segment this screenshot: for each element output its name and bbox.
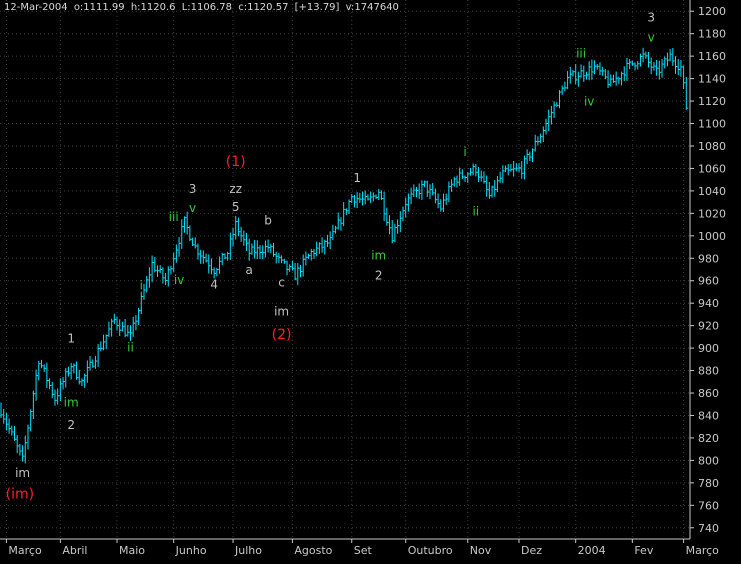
wave-label: (1) [226, 154, 246, 170]
wave-label: 1 [353, 171, 361, 185]
x-tick-label: 2004 [578, 544, 606, 557]
x-tick-label: Março [8, 544, 42, 557]
wave-label: i [463, 145, 466, 159]
wave-label: zz [229, 182, 242, 196]
wave-label: iii [576, 46, 586, 60]
wave-label: im [15, 466, 30, 480]
info-close: c:1120.57 [238, 2, 289, 13]
wave-label: iii [169, 210, 179, 224]
wave-label: 5 [232, 200, 240, 214]
x-tick-label: Março [686, 544, 720, 557]
wave-label: i [140, 279, 143, 293]
y-tick-label: 960 [698, 275, 719, 288]
wave-label: (2) [272, 327, 292, 343]
wave-label: im [371, 248, 386, 262]
wave-label: im [64, 395, 79, 409]
x-tick-label: Set [354, 544, 373, 557]
y-tick-label: 820 [698, 432, 719, 445]
wave-label: ii [127, 340, 134, 354]
wave-label: im [274, 305, 289, 319]
y-tick-label: 740 [698, 522, 719, 535]
y-tick-label: 800 [698, 454, 719, 467]
grid-lines [0, 0, 690, 539]
wave-label: v [189, 201, 196, 215]
y-tick-label: 1140 [698, 73, 726, 86]
y-tick-label: 1000 [698, 230, 726, 243]
info-volume: v:1747640 [345, 2, 399, 13]
wave-label: 2 [375, 269, 383, 283]
x-tick-label: Dez [521, 544, 542, 557]
price-bars [0, 47, 689, 464]
y-tick-label: 1180 [698, 28, 726, 41]
y-tick-label: 1120 [698, 95, 726, 108]
wave-label: 3 [647, 10, 655, 24]
info-date: 12-Mar-2004 [4, 2, 68, 13]
y-tick-label: 920 [698, 320, 719, 333]
info-change: [+13.79] [294, 2, 340, 13]
wave-label: 3 [189, 182, 197, 196]
y-tick-label: 840 [698, 409, 719, 422]
wave-label: 2 [67, 418, 75, 432]
ohlc-info-bar: 12-Mar-2004 o:1111.99 h:1120.6 L:1106.78… [4, 2, 402, 13]
wave-label: (im) [6, 487, 34, 503]
wave-label: a [246, 263, 253, 277]
y-tick-label: 1060 [698, 162, 726, 175]
x-tick-label: Agosto [294, 544, 332, 557]
x-tick-label: Nov [470, 544, 492, 557]
y-tick-label: 1040 [698, 185, 726, 198]
wave-label: v [648, 31, 655, 45]
wave-label: iv [174, 273, 184, 287]
y-tick-label: 1160 [698, 50, 726, 63]
price-chart[interactable]: (im) im 1 im 2 i ii iii iv v 3 4 (1) zz 5 a b c im (2) 1 im 2 i… [0, 0, 741, 560]
axes: 740 760 780 800 820 840 860 880 900 920 940 960 980 1… [0, 0, 726, 557]
wave-label: c [278, 275, 285, 289]
y-tick-label: 860 [698, 387, 719, 400]
y-tick-label: 980 [698, 252, 719, 265]
wave-label: iv [584, 95, 594, 109]
y-tick-label: 780 [698, 477, 719, 490]
x-tick-label: Junho [175, 544, 207, 557]
y-tick-label: 940 [698, 297, 719, 310]
wave-label: b [264, 214, 272, 228]
info-low: L:1106.78 [181, 2, 233, 13]
y-tick-label: 1080 [698, 140, 726, 153]
x-tick-label: Abril [62, 544, 87, 557]
wave-annotations: (im)im1im2iiiiiiivv34(1)zz5abcim(2)1im2i… [6, 10, 655, 502]
y-tick-label: 760 [698, 499, 719, 512]
x-tick-label: Outubro [408, 544, 453, 557]
x-tick-label: Fev [634, 544, 653, 557]
info-open: o:1111.99 [73, 2, 125, 13]
y-tick-label: 1200 [698, 5, 726, 18]
x-tick-label: Julho [234, 544, 262, 557]
y-tick-label: 880 [698, 365, 719, 378]
y-tick-label: 1100 [698, 118, 726, 131]
wave-label: 4 [210, 278, 218, 292]
info-high: h:1120.6 [130, 2, 176, 13]
y-tick-label: 1020 [698, 207, 726, 220]
chart-canvas: (im)im1im2iiiiiiivv34(1)zz5abcim(2)1im2i… [0, 0, 726, 557]
wave-label: 1 [67, 331, 75, 345]
x-tick-label: Maio [119, 544, 145, 557]
y-tick-label: 900 [698, 342, 719, 355]
wave-label: ii [473, 205, 480, 219]
